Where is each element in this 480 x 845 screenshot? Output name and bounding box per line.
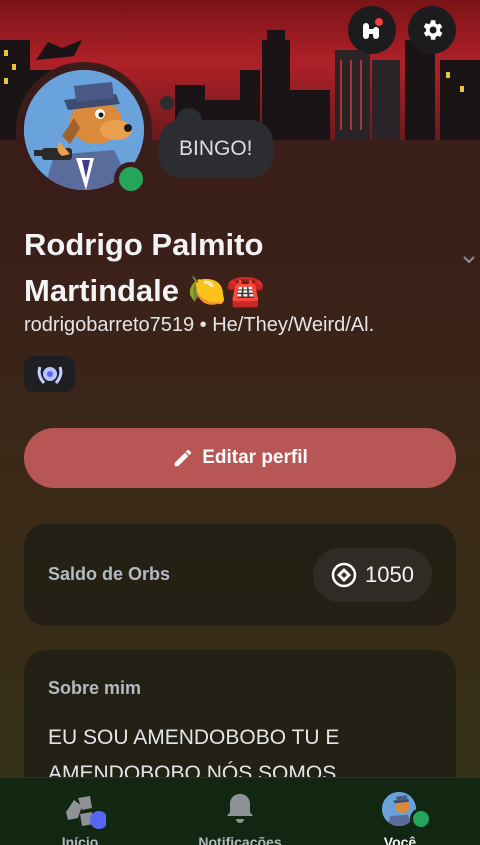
- custom-status-bubble[interactable]: BINGO!: [159, 120, 273, 178]
- online-dot: [413, 811, 429, 827]
- nav-label-notificacoes: Notificações: [198, 834, 282, 845]
- quests-button[interactable]: [348, 6, 396, 54]
- profile-badge[interactable]: [24, 356, 75, 392]
- bottom-navigation: Início Notificações Você: [0, 777, 480, 845]
- online-status-indicator: [114, 162, 148, 196]
- chevron-down-icon[interactable]: [462, 255, 476, 265]
- settings-button[interactable]: [408, 6, 456, 54]
- nav-item-voce[interactable]: Você: [320, 778, 480, 845]
- display-name-line2: Martindale 🍋☎️: [24, 273, 265, 308]
- pencil-icon: [174, 449, 192, 467]
- thought-bubble-dot-small: [160, 96, 174, 110]
- laurel-badge-icon: [37, 366, 62, 384]
- display-name-line1: Rodrigo Palmito: [24, 227, 264, 262]
- orbs-balance-card[interactable]: Saldo de Orbs 1050: [24, 524, 456, 626]
- display-name: Rodrigo Palmito Martindale 🍋☎️: [24, 222, 444, 314]
- custom-status-text: BINGO!: [179, 137, 253, 160]
- servers-icon: [66, 796, 106, 829]
- online-dot: [119, 167, 143, 191]
- bell-icon: [227, 794, 253, 823]
- edit-profile-label: Editar perfil: [202, 447, 308, 468]
- nav-label-voce: Você: [383, 834, 417, 845]
- edit-profile-button[interactable]: Editar perfil: [24, 428, 456, 488]
- username-pronouns: rodrigobarreto7519 • He/They/Weird/Al.: [24, 314, 375, 336]
- nav-item-notificacoes[interactable]: Notificações: [160, 778, 320, 845]
- orbs-value: 1050: [365, 562, 414, 587]
- gear-icon: [423, 20, 443, 40]
- orb-icon: [331, 562, 357, 588]
- online-status-indicator: [410, 808, 432, 830]
- nitro-quests-icon: [363, 18, 383, 39]
- nav-item-inicio[interactable]: Início: [0, 778, 160, 845]
- orbs-balance-pill[interactable]: 1050: [313, 548, 432, 602]
- nav-label-inicio: Início: [61, 834, 99, 845]
- orbs-label: Saldo de Orbs: [48, 564, 171, 584]
- about-me-title: Sobre mim: [48, 678, 142, 698]
